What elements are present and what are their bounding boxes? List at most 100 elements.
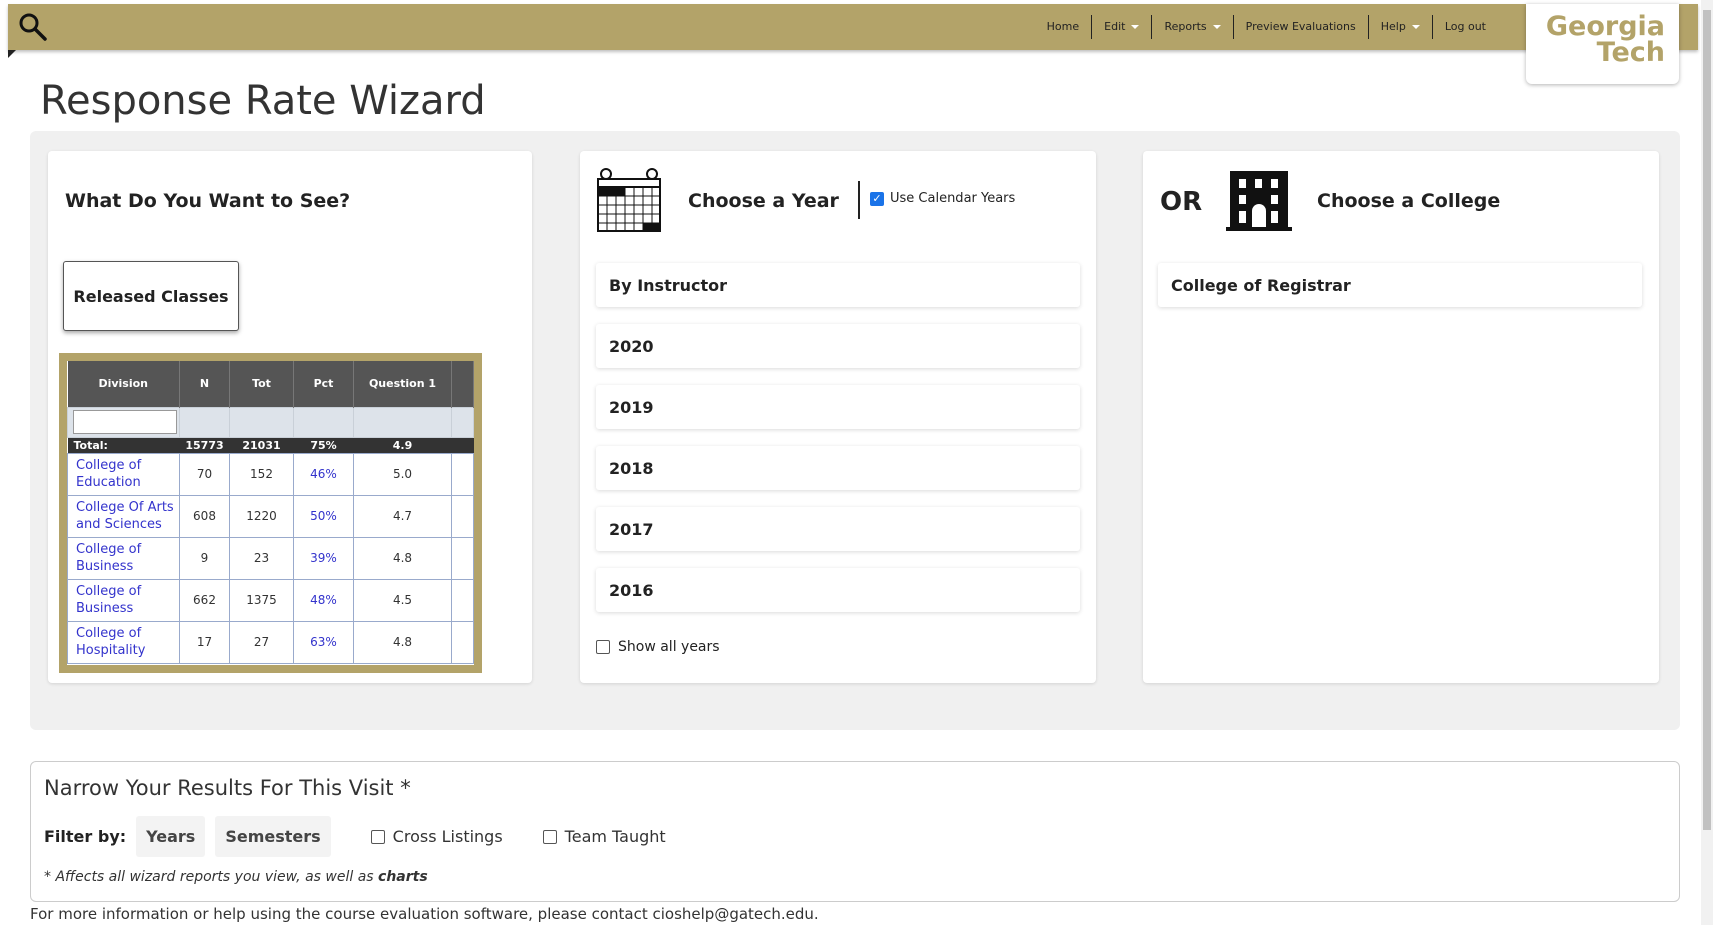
cell-q1: 4.7 [353, 494, 452, 538]
year-item-2016[interactable]: 2016 [596, 568, 1080, 612]
nav-preview-label: Preview Evaluations [1245, 20, 1356, 33]
header-extra [451, 361, 474, 407]
year-item-2020[interactable]: 2020 [596, 324, 1080, 368]
header-pct: Pct [293, 361, 354, 407]
division-link[interactable]: College of Hospitality [67, 620, 180, 664]
division-link[interactable]: College Of Arts and Sciences [67, 494, 180, 538]
nav-reports[interactable]: Reports [1152, 15, 1234, 39]
show-all-years-checkbox[interactable]: Show all years [596, 639, 720, 655]
division-link[interactable]: College of Business [67, 536, 180, 580]
header-n: N [179, 361, 230, 407]
division-link[interactable]: College of Education [67, 452, 180, 496]
nav-home-label: Home [1046, 20, 1080, 33]
cell-tot: 23 [229, 536, 294, 580]
scrollbar-thumb[interactable] [1703, 10, 1711, 830]
table-row: College of Business 662 1375 48% 4.5 [67, 578, 474, 622]
division-filter-input[interactable] [73, 410, 177, 434]
year-item-by-instructor[interactable]: By Instructor [596, 263, 1080, 307]
team-taught-checkbox[interactable]: Team Taught [542, 827, 666, 846]
building-icon [1226, 171, 1292, 231]
report-preview: Division N Tot Pct Question 1 Total: 157… [59, 353, 482, 673]
college-item-registrar[interactable]: College of Registrar [1158, 263, 1642, 307]
year-card: Choose a Year ✓ Use Calendar Years By In… [580, 151, 1096, 683]
total-label: Total: [67, 437, 180, 453]
checkbox-unchecked-icon[interactable] [596, 640, 610, 654]
checkbox-unchecked-icon[interactable] [370, 829, 385, 844]
filter-semesters-button[interactable]: Semesters [215, 816, 331, 857]
total-q1: 4.9 [353, 437, 452, 453]
corner-mark [8, 50, 16, 58]
filter-note-text: * Affects all wizard reports you view, a… [44, 869, 379, 885]
cell-n: 70 [179, 452, 230, 496]
filter-years-button[interactable]: Years [136, 816, 206, 857]
division-link[interactable]: College of Business [67, 578, 180, 622]
show-all-years-label: Show all years [618, 639, 720, 655]
header-tot: Tot [229, 361, 294, 407]
georgia-tech-logo[interactable]: Georgia Tech [1526, 4, 1679, 84]
total-n: 15773 [179, 437, 230, 453]
cell-q1: 4.5 [353, 578, 452, 622]
cross-listings-label: Cross Listings [392, 827, 503, 846]
nav-help-label: Help [1380, 20, 1406, 33]
footer-help-text: For more information or help using the c… [30, 905, 819, 923]
main-nav: Home Edit Reports Preview Evaluations He… [1035, 4, 1498, 50]
total-pct: 75% [293, 437, 354, 453]
divider [858, 181, 860, 219]
year-item-2018[interactable]: 2018 [596, 446, 1080, 490]
use-calendar-years-checkbox[interactable]: ✓ Use Calendar Years [870, 191, 1015, 206]
college-card: OR Choose a College College of Registrar [1143, 151, 1659, 683]
logo-line2: Tech [1596, 37, 1665, 68]
nav-logout-label: Log out [1444, 20, 1486, 33]
cell-q1: 4.8 [353, 536, 452, 580]
search-icon[interactable] [18, 12, 48, 42]
narrow-results-title: Narrow Your Results For This Visit * [44, 776, 411, 800]
chevron-down-icon [1131, 25, 1140, 29]
team-taught-label: Team Taught [564, 827, 666, 846]
nav-preview-evaluations[interactable]: Preview Evaluations [1234, 15, 1369, 39]
filter-row: Filter by: Years Semesters Cross Listing… [44, 816, 666, 857]
cell-pct: 63% [293, 620, 354, 664]
what-card: What Do You Want to See? Released Classe… [48, 151, 532, 683]
preview-total-row: Total: 15773 21031 75% 4.9 [67, 437, 474, 453]
chevron-down-icon [1212, 25, 1221, 29]
what-card-title: What Do You Want to See? [65, 190, 351, 212]
cell-n: 9 [179, 536, 230, 580]
preview-header-row: Division N Tot Pct Question 1 [67, 361, 474, 407]
cell-q1: 4.8 [353, 620, 452, 664]
year-card-title: Choose a Year [688, 190, 839, 212]
scrollbar[interactable] [1701, 0, 1713, 925]
charts-emphasis: charts [378, 869, 428, 885]
cell-tot: 152 [229, 452, 294, 496]
cell-n: 662 [179, 578, 230, 622]
narrow-results-panel: Narrow Your Results For This Visit * Fil… [30, 761, 1680, 902]
filter-by-label: Filter by: [44, 827, 127, 846]
checkbox-checked-icon[interactable]: ✓ [870, 191, 884, 206]
table-row: College of Hospitality 17 27 63% 4.8 [67, 620, 474, 664]
preview-table: Division N Tot Pct Question 1 Total: 157… [67, 361, 474, 664]
nav-edit[interactable]: Edit [1092, 15, 1153, 39]
table-row: College Of Arts and Sciences 608 1220 50… [67, 494, 474, 538]
top-bar: Home Edit Reports Preview Evaluations He… [8, 4, 1698, 84]
or-label: OR [1160, 187, 1203, 217]
nav-help[interactable]: Help [1369, 15, 1433, 39]
calendar-icon [597, 168, 661, 232]
released-classes-button[interactable]: Released Classes [63, 261, 239, 331]
year-item-2017[interactable]: 2017 [596, 507, 1080, 551]
nav-reports-label: Reports [1164, 20, 1207, 33]
nav-home[interactable]: Home [1035, 15, 1093, 39]
cell-pct: 46% [293, 452, 354, 496]
cross-listings-checkbox[interactable]: Cross Listings [370, 827, 503, 846]
cell-n: 608 [179, 494, 230, 538]
year-item-2019[interactable]: 2019 [596, 385, 1080, 429]
cell-pct: 39% [293, 536, 354, 580]
college-card-title: Choose a College [1317, 190, 1501, 212]
table-row: College of Education 70 152 46% 5.0 [67, 452, 474, 496]
total-tot: 21031 [229, 437, 294, 453]
preview-filter-row [67, 406, 474, 438]
filter-note: * Affects all wizard reports you view, a… [44, 869, 428, 885]
cell-q1: 5.0 [353, 452, 452, 496]
chevron-down-icon [1411, 25, 1420, 29]
header-division: Division [67, 361, 180, 407]
checkbox-unchecked-icon[interactable] [542, 829, 557, 844]
nav-logout[interactable]: Log out [1433, 15, 1498, 39]
